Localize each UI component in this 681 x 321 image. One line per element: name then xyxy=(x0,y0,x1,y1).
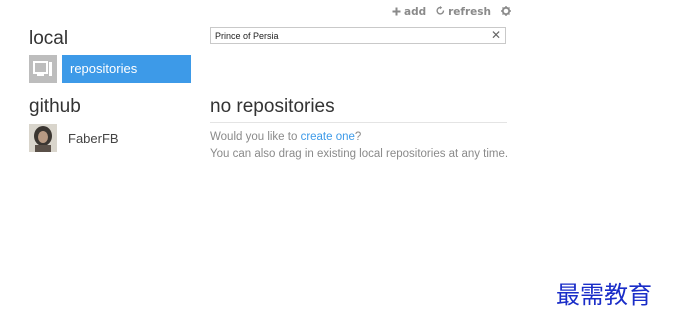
github-section-title: github xyxy=(29,96,81,117)
computer-icon xyxy=(29,55,57,83)
settings-button[interactable] xyxy=(501,6,512,18)
search-input[interactable] xyxy=(215,29,485,42)
add-button[interactable]: add xyxy=(392,6,426,18)
avatar xyxy=(29,124,57,152)
toolbar: add refresh xyxy=(392,6,512,18)
plus-icon xyxy=(392,7,401,18)
empty-state-message: Would you like to create one? You can al… xyxy=(210,129,510,163)
watermark-text: 最需教育 xyxy=(556,281,652,309)
app-window: add refresh ✕ local xyxy=(0,0,681,321)
prompt-suffix: ? xyxy=(354,131,362,143)
create-prompt: Would you like to create one? xyxy=(210,129,510,146)
create-repository-link[interactable]: create one xyxy=(301,131,355,143)
search-box: ✕ xyxy=(210,27,506,44)
refresh-icon xyxy=(436,6,445,18)
gear-icon xyxy=(501,6,512,18)
local-section-title: local xyxy=(29,28,69,49)
user-label: FaberFB xyxy=(68,130,119,146)
sidebar-item-repositories[interactable]: repositories xyxy=(29,55,191,83)
drag-hint: You can also drag in existing local repo… xyxy=(210,148,509,160)
prompt-text: Would you like to xyxy=(210,131,301,143)
page-title: no repositories xyxy=(210,96,335,117)
add-label: add xyxy=(404,6,427,18)
refresh-label: refresh xyxy=(448,6,492,18)
sidebar-item-label: repositories xyxy=(62,55,191,83)
close-icon[interactable]: ✕ xyxy=(491,28,501,43)
sidebar-item-user[interactable]: FaberFB xyxy=(29,124,119,152)
refresh-button[interactable]: refresh xyxy=(436,6,491,18)
divider xyxy=(210,122,507,123)
